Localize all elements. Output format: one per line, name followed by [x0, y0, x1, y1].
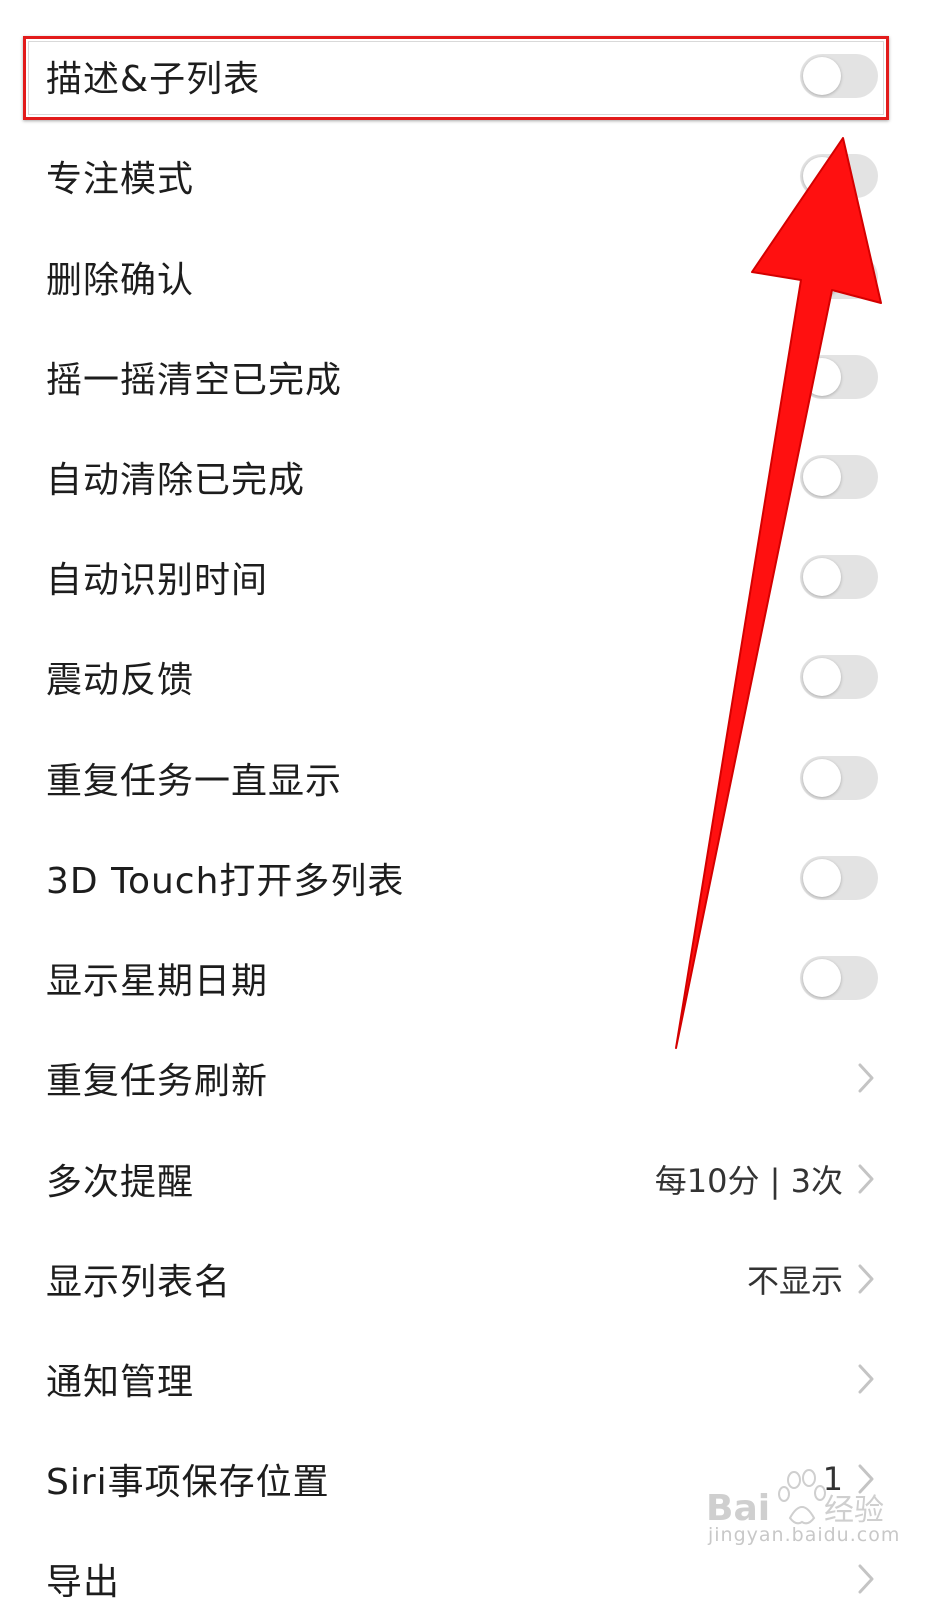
- toggle-knob: [803, 358, 841, 396]
- setting-label: 专注模式: [46, 159, 195, 200]
- setting-row-multi-reminder[interactable]: 多次提醒 每10分 | 3次: [0, 1129, 941, 1229]
- setting-row-repeat-always-show[interactable]: 重复任务一直显示: [0, 728, 941, 828]
- show-list-name-value: 不显示: [746, 1262, 843, 1300]
- setting-label: 多次提醒: [46, 1162, 195, 1203]
- chevron-right-icon: [858, 1264, 874, 1294]
- setting-row-auto-detect-time[interactable]: 自动识别时间: [0, 527, 941, 627]
- setting-label: 重复任务刷新: [46, 1061, 269, 1102]
- setting-row-siri-save-location[interactable]: Siri事项保存位置 1: [0, 1429, 941, 1529]
- setting-row-delete-confirm[interactable]: 删除确认: [0, 227, 941, 327]
- setting-label: 显示星期日期: [46, 961, 269, 1002]
- watermark-url: jingyan.baidu.com: [708, 1524, 901, 1546]
- setting-label: 导出: [46, 1562, 121, 1600]
- setting-label: 重复任务一直显示: [46, 761, 343, 802]
- vibration-toggle[interactable]: [800, 655, 878, 699]
- setting-row-show-list-name[interactable]: 显示列表名 不显示: [0, 1229, 941, 1329]
- 3d-touch-toggle[interactable]: [800, 856, 878, 900]
- setting-row-focus-mode[interactable]: 专注模式: [0, 126, 941, 226]
- setting-row-description-sublist[interactable]: 描述&子列表: [0, 26, 941, 126]
- setting-row-repeat-refresh[interactable]: 重复任务刷新: [0, 1028, 941, 1128]
- show-weekday-toggle[interactable]: [800, 956, 878, 1000]
- setting-row-notification-manage[interactable]: 通知管理: [0, 1329, 941, 1429]
- setting-label: 删除确认: [46, 260, 195, 301]
- toggle-knob: [803, 458, 841, 496]
- setting-row-show-weekday[interactable]: 显示星期日期: [0, 928, 941, 1028]
- setting-label: 震动反馈: [46, 660, 195, 701]
- repeat-always-show-toggle[interactable]: [800, 756, 878, 800]
- setting-label: 描述&子列表: [46, 59, 261, 100]
- toggle-knob: [803, 759, 841, 797]
- toggle-knob: [803, 157, 841, 195]
- setting-label: 自动清除已完成: [46, 460, 306, 501]
- toggle-knob: [803, 57, 841, 95]
- shake-clear-toggle[interactable]: [800, 355, 878, 399]
- setting-label: 3D Touch打开多列表: [46, 861, 405, 902]
- setting-label: 自动识别时间: [46, 560, 269, 601]
- delete-confirm-toggle[interactable]: [800, 255, 878, 299]
- setting-row-shake-clear[interactable]: 摇一摇清空已完成: [0, 327, 941, 427]
- setting-label: 通知管理: [46, 1362, 195, 1403]
- description-sublist-toggle[interactable]: [800, 54, 878, 98]
- chevron-right-icon: [858, 1364, 874, 1394]
- multi-reminder-value: 每10分 | 3次: [654, 1162, 843, 1200]
- setting-label: Siri事项保存位置: [46, 1462, 330, 1503]
- auto-clear-toggle[interactable]: [800, 455, 878, 499]
- setting-row-vibration[interactable]: 震动反馈: [0, 627, 941, 727]
- toggle-knob: [803, 658, 841, 696]
- auto-detect-time-toggle[interactable]: [800, 555, 878, 599]
- chevron-right-icon: [858, 1464, 874, 1494]
- setting-row-auto-clear[interactable]: 自动清除已完成: [0, 427, 941, 527]
- toggle-knob: [803, 959, 841, 997]
- toggle-knob: [803, 558, 841, 596]
- setting-row-3d-touch[interactable]: 3D Touch打开多列表: [0, 828, 941, 928]
- settings-screen: 描述&子列表 专注模式 删除确认 摇一摇清空已完成 自动清除已完成 自动识别时间…: [0, 0, 941, 1600]
- toggle-knob: [803, 258, 841, 296]
- chevron-right-icon: [858, 1063, 874, 1093]
- setting-label: 摇一摇清空已完成: [46, 360, 343, 401]
- focus-mode-toggle[interactable]: [800, 154, 878, 198]
- chevron-right-icon: [858, 1164, 874, 1194]
- chevron-right-icon: [858, 1564, 874, 1594]
- toggle-knob: [803, 859, 841, 897]
- siri-save-location-value: 1: [822, 1460, 843, 1498]
- setting-label: 显示列表名: [46, 1262, 232, 1303]
